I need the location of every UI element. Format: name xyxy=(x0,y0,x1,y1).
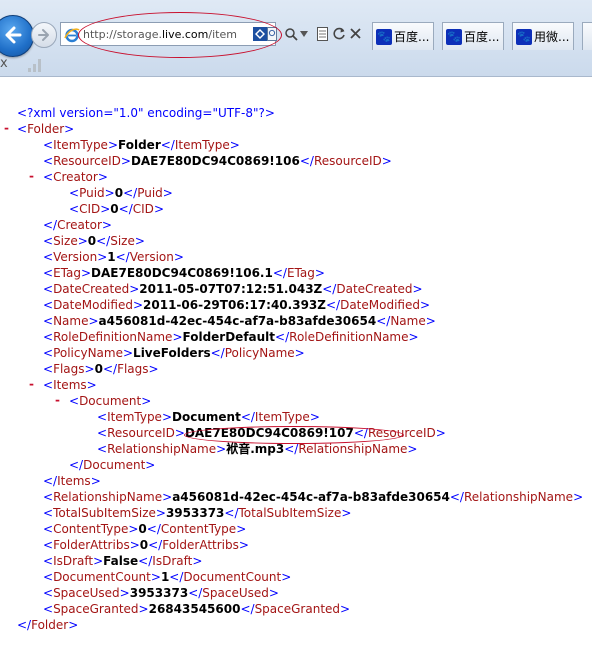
xml-version: <Version>1</Version> xyxy=(43,250,184,264)
itemtype-value: Folder xyxy=(118,138,161,152)
chevron-down-icon[interactable] xyxy=(300,31,308,37)
resourceid-value: DAE7E80DC94C0869!106 xyxy=(130,154,300,168)
xml-items-open: <Items> xyxy=(43,378,97,392)
xml-isdraft: <IsDraft>False</IsDraft> xyxy=(43,554,203,568)
xml-datecreated: <DateCreated>2011-05-07T07:12:51.043Z</D… xyxy=(43,282,423,296)
relationshipname-value: a456081d-42ec-454c-af7a-b83afde30654 xyxy=(172,490,450,504)
version-value: 1 xyxy=(107,250,116,264)
spacegranted-value: 26843545600 xyxy=(148,602,241,616)
doc-itemtype-value: Document xyxy=(172,410,241,424)
policyname-value: LiveFolders xyxy=(133,346,211,360)
xml-name: <Name>a456081d-42ec-454c-af7a-b83afde306… xyxy=(43,314,436,328)
xml-flags: <Flags>0</Flags> xyxy=(43,362,159,376)
xml-cid: <CID>0</CID> xyxy=(69,202,164,216)
etag-value: DAE7E80DC94C0869!106.1 xyxy=(91,266,273,280)
search-icon[interactable] xyxy=(284,27,298,41)
xml-document-open: <Document> xyxy=(69,394,152,408)
xml-roledefinitionname: <RoleDefinitionName>FolderDefault</RoleD… xyxy=(43,330,419,344)
tab-overflow[interactable] xyxy=(582,22,592,50)
cid-value: 0 xyxy=(110,202,119,216)
signal-strength-icon xyxy=(28,59,41,72)
xml-size: <Size>0</Size> xyxy=(43,234,145,248)
tab-label: 百度... xyxy=(394,30,430,44)
page-icon[interactable] xyxy=(317,27,328,41)
close-icon[interactable]: x xyxy=(0,56,8,71)
forward-button[interactable] xyxy=(31,22,57,48)
stop-icon[interactable] xyxy=(349,27,362,40)
arrow-left-icon xyxy=(5,26,22,44)
xml-documentcount: <DocumentCount>1</DocumentCount> xyxy=(43,570,292,584)
xml-doc-itemtype: <ItemType>Document</ItemType> xyxy=(97,410,320,424)
xml-puid: <Puid>0</Puid> xyxy=(69,186,173,200)
baidu-paw-icon: 🐾 xyxy=(516,29,532,45)
tab-baidu-1[interactable]: 🐾 百度... xyxy=(372,22,434,50)
refresh-icon[interactable] xyxy=(332,27,346,41)
xml-spaceused: <SpaceUsed>3953373</SpaceUsed> xyxy=(43,586,279,600)
roledefinitionname-value: FolderDefault xyxy=(182,330,276,344)
xml-creator-close: </Creator> xyxy=(43,218,112,232)
xml-items-close: </Items> xyxy=(43,474,101,488)
xml-totalsubitemsize: <TotalSubItemSize>3953373</TotalSubItemS… xyxy=(43,506,352,520)
baidu-paw-icon: 🐾 xyxy=(376,29,392,45)
tab-label: 百度... xyxy=(464,30,500,44)
collapse-folder-toggle[interactable]: - xyxy=(4,121,9,135)
collapse-document-toggle[interactable]: - xyxy=(55,393,60,407)
isdraft-value: False xyxy=(103,554,139,568)
arrow-right-icon xyxy=(38,29,49,41)
collapse-creator-toggle[interactable]: - xyxy=(29,169,34,183)
datemodified-value: 2011-06-29T06:17:40.393Z xyxy=(143,298,326,312)
url-highlight-annotation xyxy=(78,12,282,58)
tab-label: 用微... xyxy=(534,30,570,44)
folderattribs-value: 0 xyxy=(139,538,149,552)
datecreated-value: 2011-05-07T07:12:51.043Z xyxy=(139,282,323,296)
tab-baidu-2[interactable]: 🐾 百度... xyxy=(442,22,504,50)
xml-etag: <ETag>DAE7E80DC94C0869!106.1</ETag> xyxy=(43,266,325,280)
xml-declaration-text: <?xml version="1.0" encoding="UTF-8"?> xyxy=(17,106,275,120)
xml-itemtype: <ItemType>Folder</ItemType> xyxy=(43,138,240,152)
baidu-paw-icon: 🐾 xyxy=(446,29,462,45)
xml-declaration: <?xml version="1.0" encoding="UTF-8"?> xyxy=(17,105,275,121)
xml-document-close: </Document> xyxy=(69,458,156,472)
xml-policyname: <PolicyName>LiveFolders</PolicyName> xyxy=(43,346,305,360)
xml-folder-open: <Folder> xyxy=(17,122,75,136)
totalsubitemsize-value: 3953373 xyxy=(165,506,225,520)
back-button[interactable] xyxy=(0,15,34,57)
name-value: a456081d-42ec-454c-af7a-b83afde30654 xyxy=(98,314,377,328)
xml-viewer: <?xml version="1.0" encoding="UTF-8"?> -… xyxy=(0,76,592,654)
spaceused-value: 3953373 xyxy=(129,586,189,600)
puid-value: 0 xyxy=(114,186,124,200)
xml-resourceid: <ResourceID>DAE7E80DC94C0869!106</Resour… xyxy=(43,154,392,168)
size-value: 0 xyxy=(87,234,97,248)
tag-folder: Folder xyxy=(27,122,65,136)
flags-value: 0 xyxy=(94,362,103,376)
xml-relationshipname: <RelationshipName>a456081d-42ec-454c-af7… xyxy=(43,490,584,504)
xml-spacegranted: <SpaceGranted>26843545600</SpaceGranted> xyxy=(43,602,351,616)
xml-folderattribs: <FolderAttribs>0</FolderAttribs> xyxy=(43,538,249,552)
xml-doc-relationshipname: <RelationshipName>袱音.mp3</RelationshipNa… xyxy=(97,442,418,456)
doc-relationshipname-value: 袱音.mp3 xyxy=(226,442,285,456)
xml-datemodified: <DateModified>2011-06-29T06:17:40.393Z</… xyxy=(43,298,431,312)
collapse-items-toggle[interactable]: - xyxy=(29,377,34,391)
xml-contenttype: <ContentType>0</ContentType> xyxy=(43,522,247,536)
xml-folder-close: </Folder> xyxy=(17,618,79,632)
contenttype-value: 0 xyxy=(138,522,147,536)
xml-creator-open: <Creator> xyxy=(43,170,108,184)
tab-weibo[interactable]: 🐾 用微... xyxy=(512,22,574,50)
